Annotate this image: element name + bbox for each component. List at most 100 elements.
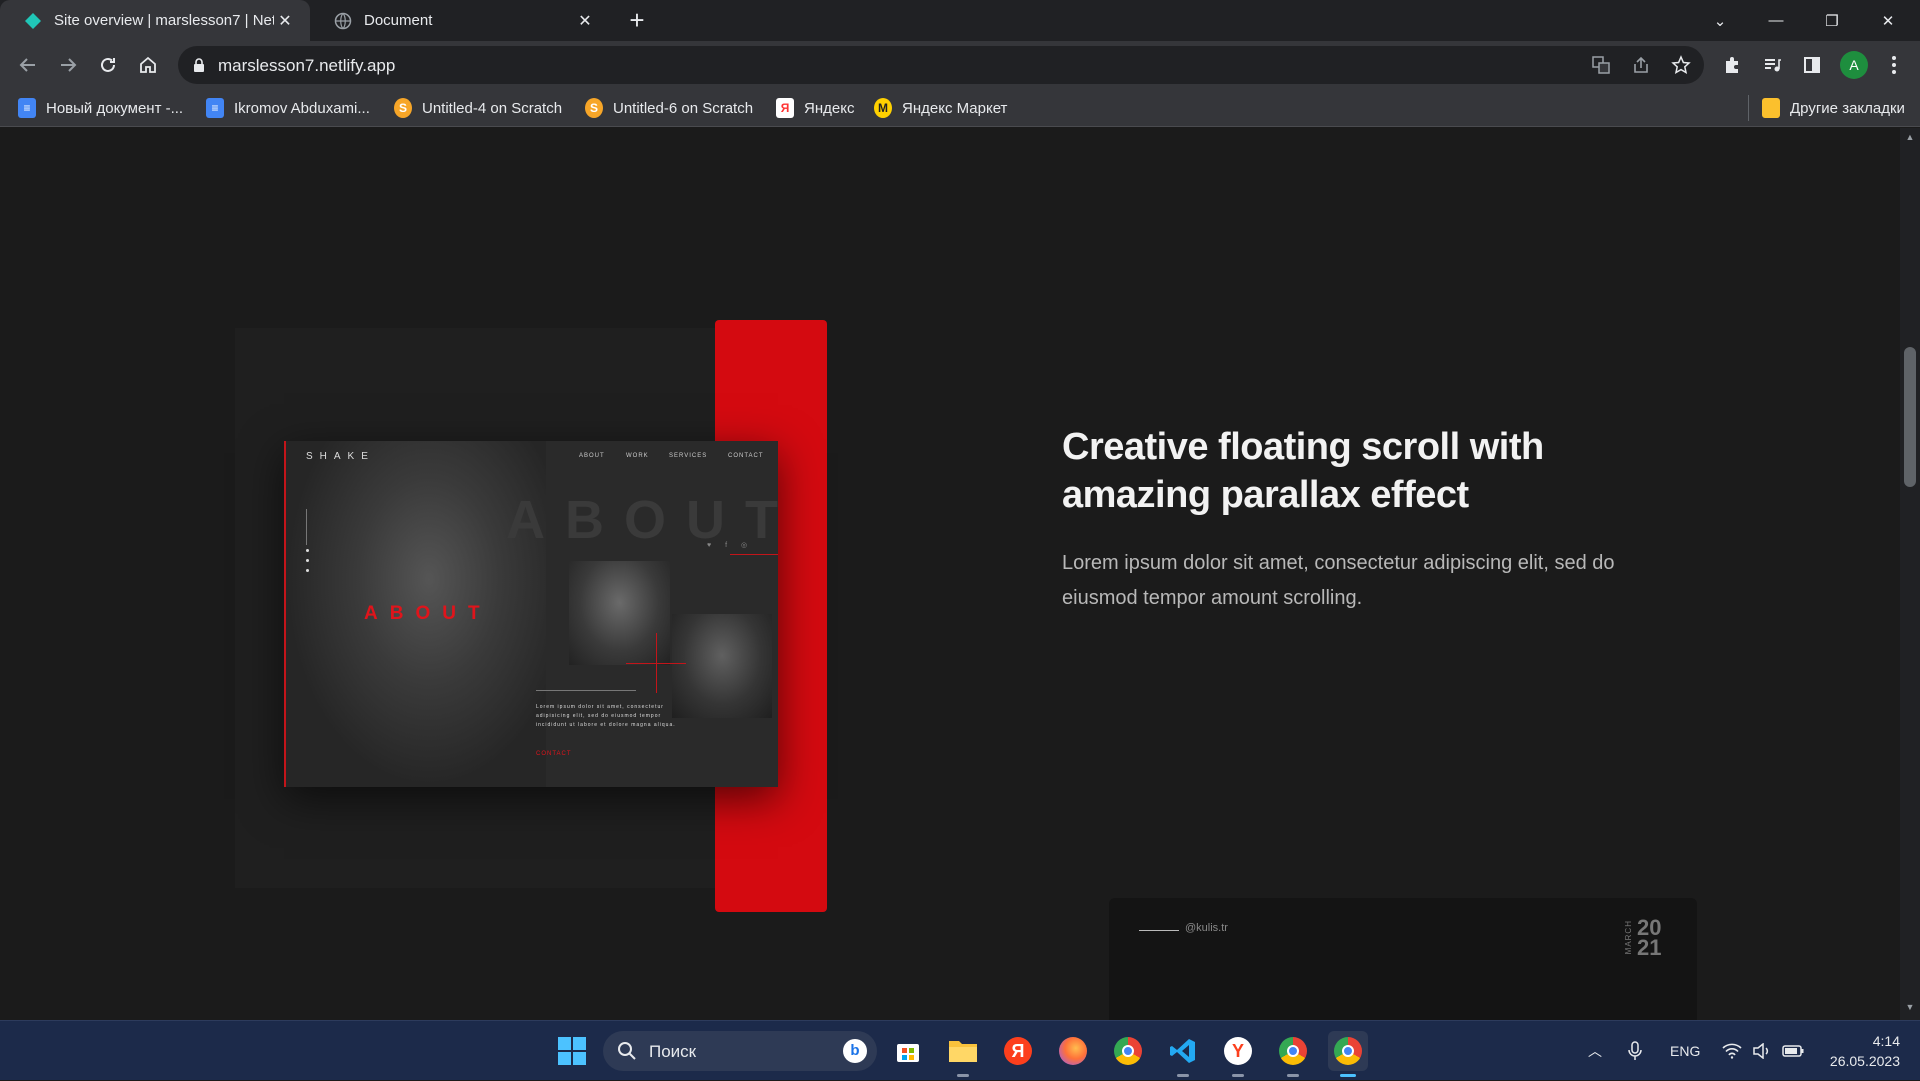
- windows-start-icon[interactable]: [552, 1031, 592, 1071]
- yandex-icon: Я: [776, 98, 794, 118]
- mock-logo: SHAKE: [306, 451, 375, 462]
- restore-button[interactable]: ❐: [1804, 0, 1860, 41]
- mock-nav-item: WORK: [626, 453, 649, 459]
- bing-icon[interactable]: b: [843, 1039, 867, 1063]
- mock-portrait-thumb: [569, 561, 670, 665]
- tab-title: Site overview | marslesson7 | Net: [54, 12, 274, 29]
- mock-pagination-dots: [306, 549, 310, 579]
- minimize-button[interactable]: —: [1748, 0, 1804, 41]
- bookmark-item[interactable]: ≡ Новый документ -...: [18, 97, 183, 119]
- menu-icon[interactable]: [1878, 49, 1910, 81]
- back-icon[interactable]: [12, 49, 44, 81]
- other-bookmarks[interactable]: Другие закладки: [1762, 97, 1905, 119]
- card-handle: @kulis.tr: [1185, 922, 1228, 934]
- mock-nav-item: ABOUT: [579, 453, 605, 459]
- running-indicator: [957, 1074, 969, 1077]
- chrome-profile-icon[interactable]: [1273, 1031, 1313, 1077]
- scroll-thumb[interactable]: [1904, 347, 1916, 487]
- chrome-active-icon[interactable]: [1328, 1031, 1368, 1077]
- bookmark-label: Untitled-4 on Scratch: [422, 99, 563, 117]
- card-year: 20 21: [1637, 917, 1677, 960]
- mock-red-line: [730, 554, 778, 555]
- browser-window: Site overview | marslesson7 | Net ✕ Docu…: [0, 0, 1920, 1020]
- mock-paragraph: Lorem ipsum dolor sit amet, consectetur …: [536, 704, 676, 728]
- home-icon[interactable]: [132, 49, 164, 81]
- bookmark-item[interactable]: Я Яндекс: [776, 97, 854, 119]
- scratch-icon: S: [585, 98, 603, 118]
- mock-social-icons: ♥ f ◎: [707, 542, 754, 549]
- bookmarks-divider: [1748, 95, 1749, 121]
- globe-icon: [334, 12, 352, 29]
- yandex-browser-icon[interactable]: Я: [998, 1031, 1038, 1071]
- browser-toolbar: marslesson7.netlify.app A: [0, 41, 1920, 89]
- tab-title: Document: [364, 12, 433, 29]
- tab-site-overview[interactable]: Site overview | marslesson7 | Net ✕: [0, 0, 310, 41]
- bookmark-label: Ikromov Abduxami...: [234, 99, 370, 117]
- share-icon[interactable]: [1628, 52, 1654, 78]
- bookmark-item[interactable]: ≡ Ikromov Abduxami...: [206, 97, 370, 119]
- system-clock[interactable]: 4:14 26.05.2023: [1820, 1031, 1900, 1071]
- vscode-icon[interactable]: [1163, 1031, 1203, 1077]
- firefox-icon[interactable]: [1053, 1031, 1093, 1071]
- bookmark-label: Новый документ -...: [46, 99, 184, 117]
- clock-time: 4:14: [1872, 1033, 1900, 1049]
- yandex-icon[interactable]: Y: [1218, 1031, 1258, 1077]
- page-scrollbar[interactable]: ▲ ▼: [1900, 128, 1920, 1020]
- running-indicator: [1177, 1074, 1189, 1077]
- language-indicator[interactable]: ENG: [1670, 1021, 1700, 1081]
- active-indicator: [1340, 1074, 1356, 1077]
- file-explorer-icon[interactable]: [943, 1031, 983, 1077]
- wifi-icon[interactable]: [1722, 1021, 1742, 1081]
- other-bookmarks-label: Другие закладки: [1790, 99, 1905, 117]
- bottom-preview-card: @kulis.tr MARCH 20 21: [1109, 898, 1697, 1020]
- bookmark-star-icon[interactable]: [1668, 52, 1694, 78]
- running-indicator: [1232, 1074, 1244, 1077]
- forward-icon[interactable]: [52, 49, 84, 81]
- volume-icon[interactable]: [1752, 1021, 1772, 1081]
- clock-date: 26.05.2023: [1829, 1053, 1900, 1069]
- search-placeholder: Поиск: [649, 1042, 697, 1061]
- media-control-icon[interactable]: [1756, 49, 1788, 81]
- bookmark-item[interactable]: S Untitled-6 on Scratch: [585, 97, 753, 119]
- show-hidden-icons[interactable]: ︿: [1588, 1021, 1602, 1081]
- bookmark-item[interactable]: S Untitled-4 on Scratch: [394, 97, 562, 119]
- mock-cross-line: [626, 663, 686, 664]
- scratch-icon: S: [394, 98, 412, 118]
- netlify-icon: [25, 12, 41, 29]
- bookmark-label: Яндекс: [804, 99, 855, 117]
- reload-icon[interactable]: [92, 49, 124, 81]
- translate-icon[interactable]: [1588, 52, 1614, 78]
- tab-document[interactable]: Document ✕: [310, 0, 610, 41]
- card-month: MARCH: [1624, 920, 1633, 955]
- new-tab-button[interactable]: +: [624, 7, 650, 34]
- mock-vertical-line: [306, 509, 307, 545]
- folder-icon: [1762, 98, 1780, 118]
- scroll-down-icon[interactable]: ▼: [1904, 1002, 1916, 1014]
- windows-taskbar: Поиск b Я Y ︿ ENG 4:14 26.05.2023: [0, 1020, 1920, 1080]
- card-year-bottom: 21: [1637, 935, 1662, 960]
- side-panel-icon[interactable]: [1796, 49, 1828, 81]
- tab-strip: Site overview | marslesson7 | Net ✕ Docu…: [0, 0, 1920, 41]
- taskbar-search[interactable]: Поиск b: [603, 1031, 877, 1071]
- yandex-market-icon: M: [874, 98, 892, 118]
- bookmark-label: Untitled-6 on Scratch: [613, 99, 754, 117]
- bookmark-item[interactable]: M Яндекс Маркет: [874, 97, 1007, 119]
- microphone-icon[interactable]: [1628, 1021, 1642, 1081]
- close-tab-icon[interactable]: ✕: [574, 10, 596, 32]
- mock-nav-item: CONTACT: [728, 453, 764, 459]
- battery-icon[interactable]: [1782, 1021, 1804, 1081]
- address-bar[interactable]: marslesson7.netlify.app: [178, 46, 1704, 84]
- bookmarks-bar: ≡ Новый документ -... ≡ Ikromov Abduxami…: [0, 89, 1920, 127]
- extensions-icon[interactable]: [1716, 49, 1748, 81]
- profile-avatar[interactable]: A: [1840, 51, 1868, 79]
- mock-portrait-thumb: [672, 614, 772, 718]
- mock-red-word: ABOUT: [364, 603, 492, 624]
- tab-search-icon[interactable]: ⌄: [1692, 0, 1748, 41]
- close-window-button[interactable]: ✕: [1860, 0, 1916, 41]
- close-tab-icon[interactable]: ✕: [274, 10, 296, 32]
- chrome-icon[interactable]: [1108, 1031, 1148, 1071]
- lock-icon[interactable]: [192, 57, 206, 73]
- scroll-up-icon[interactable]: ▲: [1904, 132, 1916, 144]
- url-text: marslesson7.netlify.app: [218, 56, 396, 75]
- microsoft-store-icon[interactable]: [888, 1031, 928, 1071]
